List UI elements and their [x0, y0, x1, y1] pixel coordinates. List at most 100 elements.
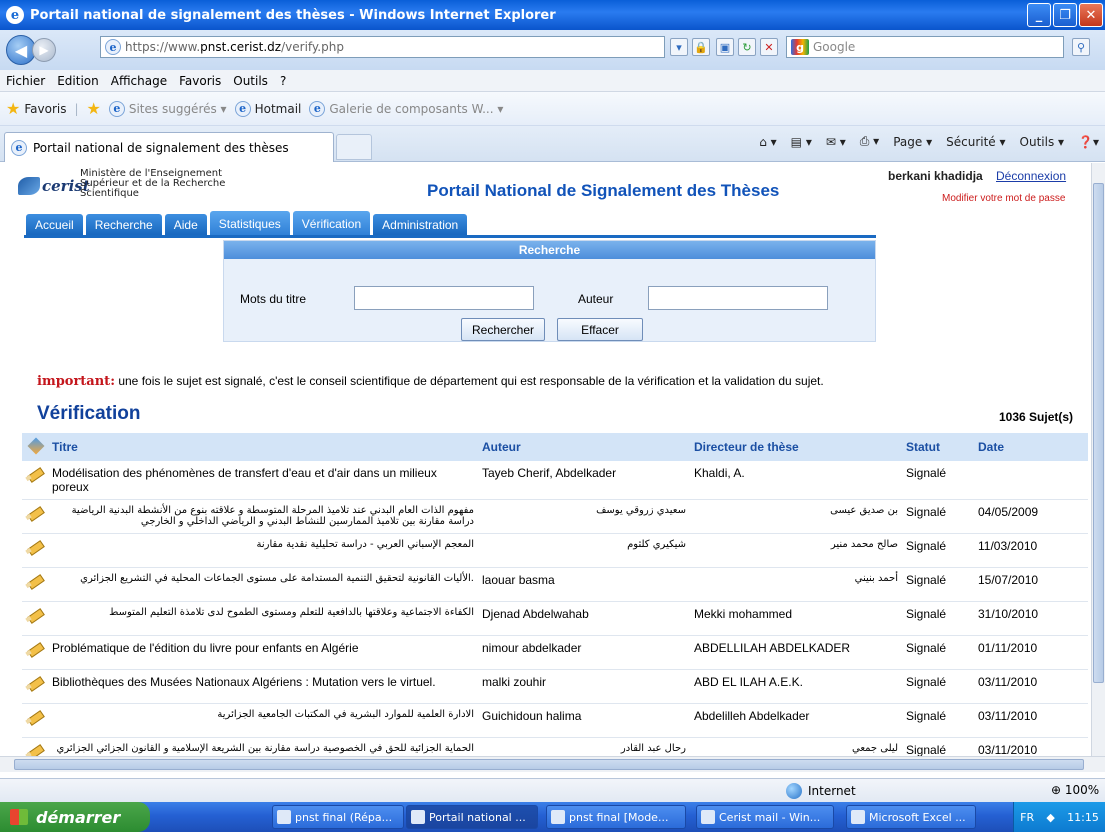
table-row[interactable]: Bibliothèques des Musées Nationaux Algér…: [22, 669, 1088, 704]
menu-outils[interactable]: Outils: [233, 74, 268, 88]
favorites-button[interactable]: ★ Favoris: [6, 99, 66, 118]
title-cell[interactable]: المعجم الإسباني العربي - دراسة تحليلية ن…: [48, 533, 478, 568]
title-cell[interactable]: الادارة العلمية للموارد البشرية في المكت…: [48, 703, 478, 738]
title-cell[interactable]: Bibliothèques des Musées Nationaux Algér…: [48, 669, 478, 704]
maximize-button[interactable]: ❐: [1053, 3, 1077, 27]
add-favorite-icon[interactable]: ★: [87, 99, 101, 118]
new-tab-button[interactable]: [336, 134, 372, 160]
menu-edition[interactable]: Edition: [57, 74, 99, 88]
search-icon[interactable]: ⚲: [1072, 38, 1090, 56]
author-cell: malki zouhir: [478, 669, 690, 704]
edit-pencil-icon[interactable]: [22, 499, 48, 534]
table-row[interactable]: المعجم الإسباني العربي - دراسة تحليلية ن…: [22, 533, 1088, 568]
author-label: Auteur: [578, 292, 614, 306]
table-row[interactable]: مفهوم الذات العام البدني عند تلاميذ المر…: [22, 499, 1088, 534]
table-row[interactable]: الكفاءة الاجتماعية وعلاقتها بالدافعية لل…: [22, 601, 1088, 636]
edit-pencil-icon[interactable]: [22, 567, 48, 602]
table-row[interactable]: Problématique de l'édition du livre pour…: [22, 635, 1088, 670]
search-button[interactable]: Rechercher: [461, 318, 545, 341]
col-title[interactable]: Titre: [48, 433, 478, 461]
task-excel[interactable]: Microsoft Excel ...: [846, 805, 976, 829]
title-keywords-input[interactable]: [354, 286, 534, 310]
author-input[interactable]: [648, 286, 828, 310]
print-icon[interactable]: ⎙ ▾: [860, 134, 879, 149]
antivirus-icon[interactable]: ◆: [1046, 811, 1054, 824]
fav-galerie[interactable]: e Galerie de composants W... ▾: [309, 100, 503, 117]
menu-favoris[interactable]: Favoris: [179, 74, 221, 88]
forward-button[interactable]: ▶: [32, 38, 56, 62]
col-date[interactable]: Date: [974, 433, 1088, 461]
zoom-icon: ⊕: [1051, 783, 1062, 797]
task-label: Portail national ...: [429, 810, 526, 824]
task-label: Microsoft Excel ...: [869, 810, 966, 824]
compat-view-icon[interactable]: ▣: [716, 38, 734, 56]
tab-administration[interactable]: Administration: [373, 214, 468, 236]
table-row[interactable]: الادارة العلمية للموارد البشرية في المكت…: [22, 703, 1088, 738]
search-box[interactable]: g Google: [786, 36, 1064, 58]
language-indicator[interactable]: FR: [1020, 811, 1034, 824]
edit-pencil-icon[interactable]: [22, 533, 48, 568]
tab-recherche[interactable]: Recherche: [85, 214, 162, 236]
col-director[interactable]: Directeur de thèse: [690, 433, 902, 461]
edit-pencil-icon[interactable]: [22, 635, 48, 670]
col-author[interactable]: Auteur: [478, 433, 690, 461]
home-icon[interactable]: ⌂ ▾: [759, 135, 776, 149]
help-icon[interactable]: ❓▾: [1078, 135, 1099, 149]
edit-pencil-icon[interactable]: [22, 461, 48, 500]
scroll-thumb[interactable]: [1093, 183, 1104, 683]
minimize-button[interactable]: _: [1027, 3, 1051, 27]
vertical-scrollbar[interactable]: [1091, 163, 1105, 766]
title-cell[interactable]: مفهوم الذات العام البدني عند تلاميذ المر…: [48, 499, 478, 534]
col-status[interactable]: Statut: [902, 433, 974, 461]
horizontal-scrollbar[interactable]: [0, 756, 1105, 772]
logout-link[interactable]: Déconnexion: [996, 169, 1066, 183]
tools-menu[interactable]: Outils ▾: [1020, 135, 1065, 149]
dropdown-icon[interactable]: ▾: [670, 38, 688, 56]
title-cell[interactable]: Modélisation des phénomènes de transfert…: [48, 461, 478, 500]
security-zone[interactable]: Internet: [786, 783, 856, 799]
security-menu[interactable]: Sécurité ▾: [946, 135, 1005, 149]
task-pnst-final-repair[interactable]: pnst final (Répa...: [272, 805, 404, 829]
close-button[interactable]: ✕: [1079, 3, 1103, 27]
tab-verification[interactable]: Vérification: [292, 211, 371, 236]
start-button[interactable]: démarrer: [0, 802, 150, 832]
menu-affichage[interactable]: Affichage: [111, 74, 167, 88]
edit-pencil-icon[interactable]: [22, 601, 48, 636]
table-row[interactable]: .الأليات القانونية لتحقيق التنمية المستد…: [22, 567, 1088, 602]
title-cell[interactable]: الكفاءة الاجتماعية وعلاقتها بالدافعية لل…: [48, 601, 478, 636]
feeds-icon[interactable]: ▤ ▾: [791, 135, 812, 149]
scroll-thumb[interactable]: [14, 759, 1084, 770]
task-portail-national[interactable]: Portail national ...: [406, 805, 538, 829]
tab-aide[interactable]: Aide: [164, 214, 207, 236]
mail-icon[interactable]: ✉ ▾: [826, 135, 846, 149]
title-cell[interactable]: Problématique de l'édition du livre pour…: [48, 635, 478, 670]
refresh-icon[interactable]: ↻: [738, 38, 756, 56]
ie-icon: [411, 810, 425, 824]
url-path: /verify.php: [281, 40, 344, 54]
director-cell: ABDELLILAH ABDELKADER: [690, 635, 902, 670]
page-menu[interactable]: Page ▾: [893, 135, 932, 149]
edit-pencil-icon[interactable]: [22, 669, 48, 704]
tab-statistiques[interactable]: Statistiques: [209, 211, 290, 236]
task-pnst-final-mode[interactable]: pnst final [Mode...: [546, 805, 686, 829]
stop-icon[interactable]: ✕: [760, 38, 778, 56]
menu-fichier[interactable]: Fichier: [6, 74, 45, 88]
task-cerist-mail[interactable]: Cerist mail - Win...: [696, 805, 834, 829]
table-row[interactable]: Modélisation des phénomènes de transfert…: [22, 461, 1088, 500]
director-cell: أحمد بنيني: [690, 567, 902, 602]
sort-icon-header[interactable]: [22, 433, 48, 461]
change-password-link[interactable]: Modifier votre mot de passe: [942, 193, 1065, 204]
tab-accueil[interactable]: Accueil: [26, 214, 83, 236]
title-cell[interactable]: .الأليات القانونية لتحقيق التنمية المستد…: [48, 567, 478, 602]
clear-button[interactable]: Effacer: [557, 318, 643, 341]
browser-tab-active[interactable]: e Portail national de signalement des th…: [4, 132, 334, 162]
edit-pencil-icon[interactable]: [22, 703, 48, 738]
lock-icon[interactable]: 🔒: [692, 38, 710, 56]
menu-help[interactable]: ?: [280, 74, 286, 88]
fav-sites-suggeres[interactable]: e Sites suggérés ▾: [108, 100, 227, 117]
fav-hotmail[interactable]: e Hotmail: [234, 100, 301, 117]
address-field[interactable]: e https://www. pnst.cerist.dz/verify.php: [100, 36, 665, 58]
zoom-control[interactable]: ⊕ 100%: [1051, 783, 1099, 797]
search-panel-header: Recherche: [224, 241, 875, 259]
favorites-bar: ★ Favoris | ★ e Sites suggérés ▾ e Hotma…: [0, 92, 1105, 126]
